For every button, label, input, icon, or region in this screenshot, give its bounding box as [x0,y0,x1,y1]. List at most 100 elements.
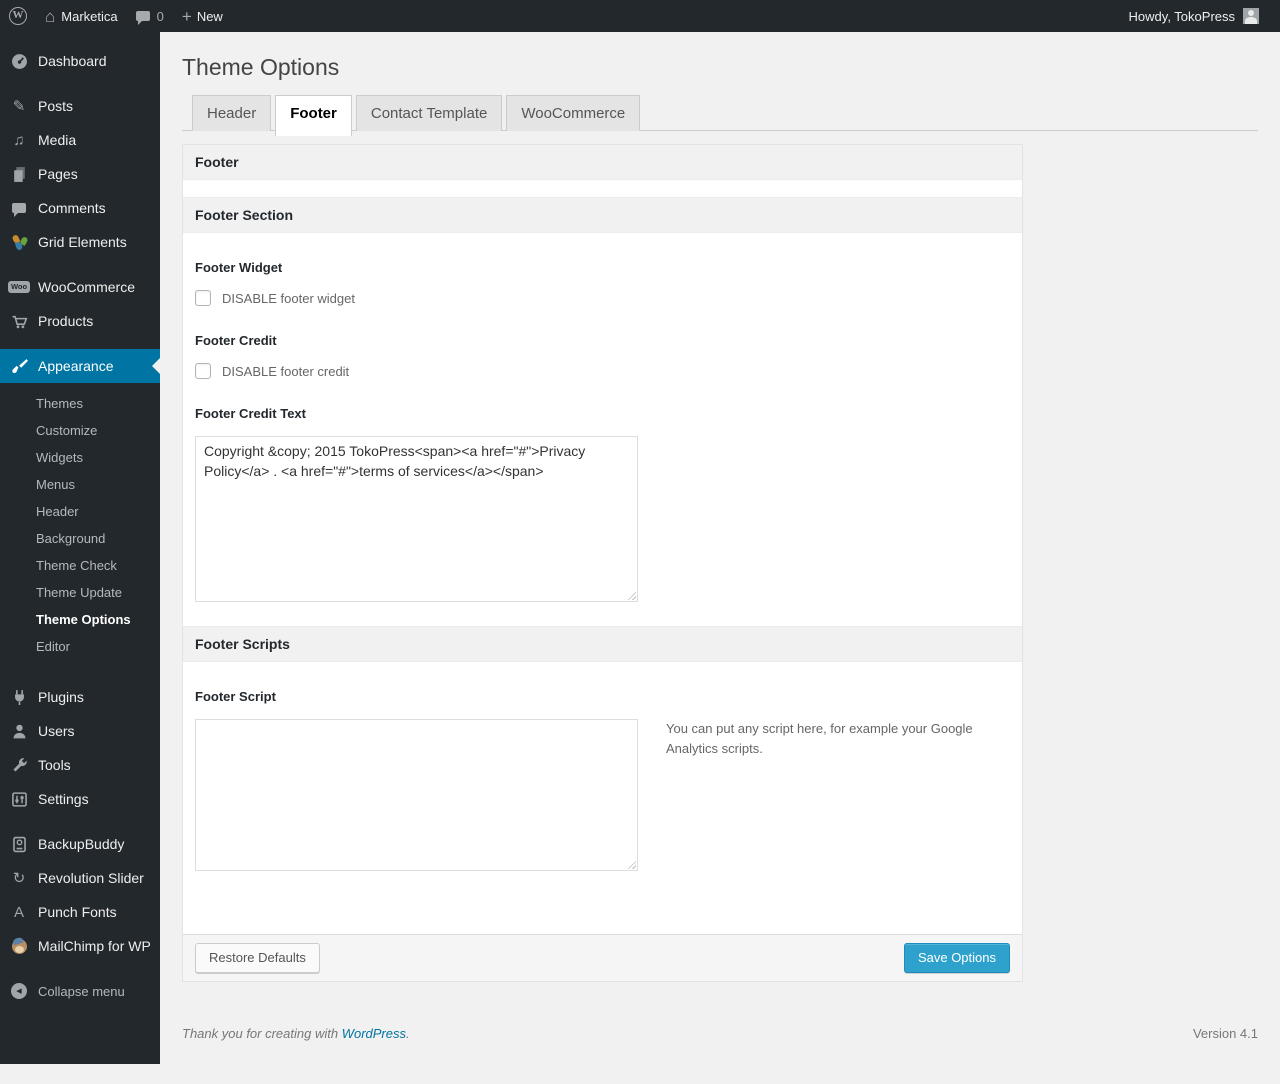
sidebar-item-label: Plugins [38,689,84,705]
submenu-item-editor[interactable]: Editor [0,633,160,660]
appearance-submenu: ThemesCustomizeWidgetsMenusHeaderBackgro… [0,383,160,669]
tab-contact-template[interactable]: Contact Template [356,95,502,131]
footer-credit-text-textarea[interactable]: Copyright &copy; 2015 TokoPress<span><a … [195,436,638,602]
sidebar-item-grid-elements[interactable]: Grid Elements [0,225,160,259]
theme-options-panel: Footer Footer Section Footer Widget DISA… [182,144,1023,982]
disable-footer-credit-label: DISABLE footer credit [222,364,349,379]
sidebar-item-media[interactable]: ♫Media [0,123,160,157]
sidebar-item-pages[interactable]: Pages [0,157,160,191]
comment-count: 0 [157,9,164,24]
sidebar-item-mailchimp-for-wp[interactable]: MailChimp for WP [0,929,160,963]
submenu-item-theme-check[interactable]: Theme Check [0,552,160,579]
footer-script-help: You can put any script here, for example… [666,719,996,759]
submenu-item-background[interactable]: Background [0,525,160,552]
products-icon [8,313,30,330]
sidebar-item-label: Tools [38,757,71,773]
sidebar-item-label: Grid Elements [38,234,127,250]
home-icon: ⌂ [45,8,55,25]
account-menu[interactable]: Howdy, TokoPress [1120,8,1268,24]
comment-bubble-icon [136,11,150,21]
sidebar-item-collapse-menu[interactable]: ◀Collapse menu [0,974,160,1008]
submenu-item-theme-options[interactable]: Theme Options [0,606,160,633]
sidebar-item-products[interactable]: Products [0,304,160,338]
woocommerce-icon: Woo [8,281,30,293]
settings-icon [8,791,30,808]
sidebar-item-punch-fonts[interactable]: APunch Fonts [0,895,160,929]
disable-footer-widget-label: DISABLE footer widget [222,291,355,306]
footer-credit-label: Footer Credit [195,333,1010,348]
sidebar-item-tools[interactable]: Tools [0,748,160,782]
menu-group: ◀Collapse menu [0,974,160,1008]
footer-widget-label: Footer Widget [195,260,1010,275]
panel-header-footer: Footer [183,145,1022,180]
menu-group: Appearance ThemesCustomizeWidgetsMenusHea… [0,349,160,669]
submenu-item-header[interactable]: Header [0,498,160,525]
appearance-icon [8,358,30,375]
section-header-footer-scripts: Footer Scripts [183,626,1022,662]
sidebar-item-label: Appearance [38,358,114,374]
sidebar-item-label: MailChimp for WP [38,938,151,954]
footer-widget-checkbox-row: DISABLE footer widget [195,290,1010,306]
comments-icon [8,203,30,213]
tools-icon [8,757,30,774]
sidebar-item-label: Collapse menu [38,984,125,999]
page-footer: Thank you for creating with WordPress. V… [182,982,1258,1041]
sidebar-item-comments[interactable]: Comments [0,191,160,225]
submenu-item-themes[interactable]: Themes [0,390,160,417]
pages-icon [8,166,30,183]
submenu-item-menus[interactable]: Menus [0,471,160,498]
dashboard-icon [8,53,30,70]
comments-shortcut[interactable]: 0 [127,0,173,32]
disable-footer-credit-checkbox[interactable] [195,363,211,379]
wordpress-logo-menu[interactable]: W [0,0,36,32]
howdy-text: Howdy, TokoPress [1129,9,1235,24]
menu-group: ✎Posts♫Media Pages Comments Grid Elements [0,89,160,259]
page-title: Theme Options [182,52,1258,82]
submenu-item-widgets[interactable]: Widgets [0,444,160,471]
menu-group: BackupBuddy↻Revolution SliderAPunch Font… [0,827,160,963]
sidebar-item-label: Comments [38,200,106,216]
footer-credit-checkbox-row: DISABLE footer credit [195,363,1010,379]
sidebar-item-label: Punch Fonts [38,904,117,920]
sidebar-item-appearance[interactable]: Appearance [0,349,160,383]
sidebar-item-woocommerce[interactable]: WooWooCommerce [0,270,160,304]
footer-credit-text-label: Footer Credit Text [195,406,1010,421]
save-options-button[interactable]: Save Options [904,943,1010,973]
users-icon [8,723,30,740]
footer-script-wrap [195,719,638,871]
section-header-footer-section: Footer Section [183,197,1022,233]
plus-icon: + [182,8,192,25]
sidebar-item-posts[interactable]: ✎Posts [0,89,160,123]
wordpress-link[interactable]: WordPress [342,1026,406,1041]
new-content-menu[interactable]: + New [173,0,232,32]
restore-defaults-button[interactable]: Restore Defaults [195,943,320,973]
menu-group: Dashboard [0,44,160,78]
tab-footer[interactable]: Footer [275,95,352,136]
media-icon: ♫ [8,133,30,148]
sidebar-item-label: Users [38,723,75,739]
sidebar-item-plugins[interactable]: Plugins [0,680,160,714]
sidebar-item-revolution-slider[interactable]: ↻Revolution Slider [0,861,160,895]
sidebar-item-label: Pages [38,166,78,182]
submenu-item-customize[interactable]: Customize [0,417,160,444]
site-name-link[interactable]: ⌂ Marketica [36,0,127,32]
mailchimp-icon [8,939,30,954]
sidebar-item-settings[interactable]: Settings [0,782,160,816]
footer-script-textarea[interactable] [195,719,638,871]
panel-button-bar: Restore Defaults Save Options [183,934,1022,981]
sidebar-item-label: Revolution Slider [38,870,144,886]
sidebar-item-dashboard[interactable]: Dashboard [0,44,160,78]
footer-script-label: Footer Script [195,689,1010,704]
thanks-prefix: Thank you for creating with [182,1026,342,1041]
panel-gap [183,180,1022,197]
version-text: Version 4.1 [1193,1026,1258,1041]
tab-header[interactable]: Header [192,95,271,131]
admin-bar: W ⌂ Marketica 0 + New Howdy, TokoPress [0,0,1280,32]
sidebar-item-users[interactable]: Users [0,714,160,748]
tab-woocommerce[interactable]: WooCommerce [506,95,640,131]
sidebar-item-backupbuddy[interactable]: BackupBuddy [0,827,160,861]
footer-credit-text-wrap: Copyright &copy; 2015 TokoPress<span><a … [195,436,638,602]
submenu-item-theme-update[interactable]: Theme Update [0,579,160,606]
disable-footer-widget-checkbox[interactable] [195,290,211,306]
new-label: New [197,9,223,24]
